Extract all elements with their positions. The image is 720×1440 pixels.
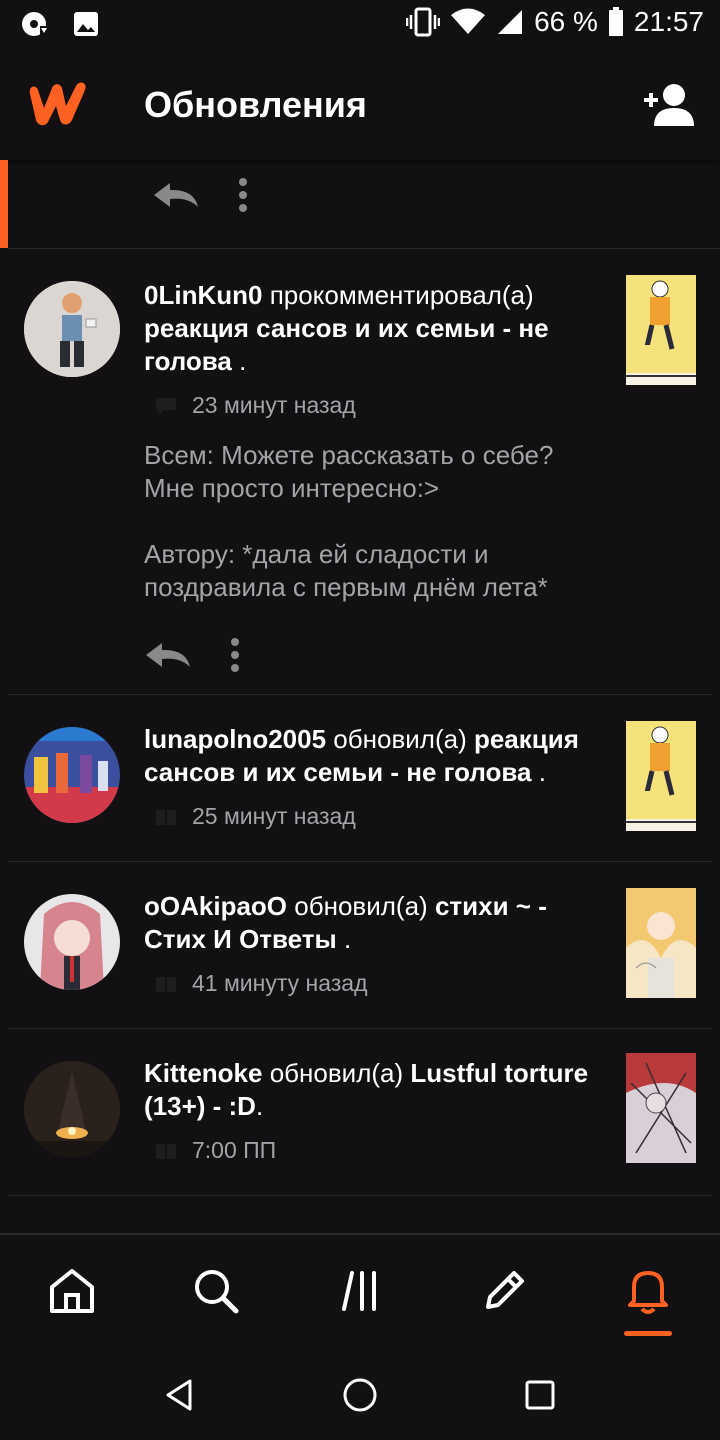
- avatar[interactable]: [24, 727, 120, 823]
- avatar-image: [24, 1061, 120, 1157]
- story-cover[interactable]: [626, 721, 696, 831]
- story-cover-image: [626, 888, 696, 998]
- status-bar: 66 % 21:57: [0, 0, 720, 52]
- action-verb: обновил(а): [269, 1058, 404, 1088]
- timestamp: 41 минуту назад: [192, 970, 368, 996]
- home-circle-icon[interactable]: [338, 1373, 382, 1417]
- previous-item-actions: [8, 160, 720, 249]
- home-icon[interactable]: [46, 1265, 98, 1317]
- timestamp: 7:00 ПП: [192, 1137, 277, 1163]
- headline-suffix: .: [336, 924, 352, 954]
- story-cover-image: [626, 275, 696, 385]
- image-icon: [74, 12, 98, 36]
- library-icon[interactable]: [334, 1265, 386, 1317]
- battery-icon: [608, 7, 623, 36]
- timestamp: 23 минут назад: [192, 392, 356, 418]
- reply-icon[interactable]: [144, 641, 192, 669]
- avatar-image: [24, 894, 120, 990]
- add-user-icon[interactable]: [640, 82, 696, 126]
- list-item[interactable]: 0LinKun0 прокомментировал(а) реакция сан…: [8, 249, 712, 695]
- action-verb: обновил(а): [294, 891, 428, 921]
- story-link[interactable]: реакция сансов и их семьи - не голова: [144, 313, 549, 376]
- list-item[interactable]: oOAkipaoO обновил(а) стихи ~ - Стих И От…: [8, 862, 712, 1029]
- download-icon: [22, 12, 48, 36]
- recents-icon[interactable]: [518, 1373, 562, 1417]
- item-headline: oOAkipaoO обновил(а) стихи ~ - Стих И От…: [144, 890, 602, 956]
- book-icon: [156, 809, 176, 825]
- system-nav-bar: [0, 1351, 720, 1440]
- wifi-icon: [451, 8, 486, 34]
- active-tab-indicator: [624, 1331, 672, 1336]
- more-options-icon[interactable]: [238, 178, 248, 212]
- headline-suffix: .: [255, 1091, 264, 1121]
- signal-icon: [498, 10, 523, 34]
- story-cover[interactable]: [626, 888, 696, 998]
- story-cover[interactable]: [626, 275, 696, 385]
- headline-suffix: .: [231, 346, 247, 376]
- search-icon[interactable]: [190, 1265, 242, 1317]
- item-meta: 25 минут назад: [154, 803, 602, 830]
- item-meta: 7:00 ПП: [154, 1137, 602, 1164]
- reply-icon[interactable]: [152, 181, 200, 209]
- avatar-image: [24, 727, 120, 823]
- back-icon[interactable]: [158, 1373, 202, 1417]
- book-icon: [156, 1143, 176, 1159]
- avatar[interactable]: [24, 894, 120, 990]
- action-verb: обновил(а): [333, 724, 467, 754]
- avatar[interactable]: [24, 281, 120, 377]
- username-link[interactable]: oOAkipaoO: [144, 891, 287, 921]
- story-cover-image: [626, 721, 696, 831]
- item-meta: 23 минут назад: [154, 392, 602, 419]
- clock: 21:57: [633, 6, 704, 37]
- vibrate-icon: [406, 7, 441, 37]
- item-headline: Kittenoke обновил(а) Lustful torture (13…: [144, 1057, 602, 1123]
- username-link[interactable]: Kittenoke: [144, 1058, 262, 1088]
- page-title: Обновления: [144, 84, 367, 125]
- username-link[interactable]: 0LinKun0: [144, 280, 262, 310]
- list-item[interactable]: Kittenoke обновил(а) Lustful torture (13…: [8, 1029, 712, 1196]
- headline-suffix: .: [531, 757, 546, 787]
- app-header: Обновления: [0, 52, 720, 160]
- wattpad-logo-icon[interactable]: [24, 80, 90, 128]
- avatar-image: [24, 281, 120, 377]
- write-icon[interactable]: [478, 1265, 530, 1317]
- battery-percent: 66 %: [534, 6, 598, 37]
- updates-feed[interactable]: 0LinKun0 прокомментировал(а) реакция сан…: [0, 160, 720, 1232]
- item-meta: 41 минуту назад: [154, 970, 602, 997]
- item-headline: lunapolno2005 обновил(а) реакция сансов …: [144, 723, 602, 789]
- action-verb: прокомментировал(а): [269, 280, 534, 310]
- username-link[interactable]: lunapolno2005: [144, 724, 326, 754]
- comment-icon: [156, 397, 176, 415]
- notifications-icon[interactable]: [622, 1265, 674, 1317]
- list-item[interactable]: lunapolno2005 обновил(а) реакция сансов …: [8, 695, 712, 862]
- item-headline: 0LinKun0 прокомментировал(а) реакция сан…: [144, 279, 602, 378]
- comment-text: Всем: Можете рассказать о себе? Мне прос…: [144, 440, 554, 602]
- book-icon: [156, 976, 176, 992]
- story-cover[interactable]: [626, 1053, 696, 1163]
- bottom-nav: [0, 1233, 720, 1353]
- avatar[interactable]: [24, 1061, 120, 1157]
- more-options-icon[interactable]: [230, 638, 240, 672]
- story-cover-image: [626, 1053, 696, 1163]
- timestamp: 25 минут назад: [192, 803, 356, 829]
